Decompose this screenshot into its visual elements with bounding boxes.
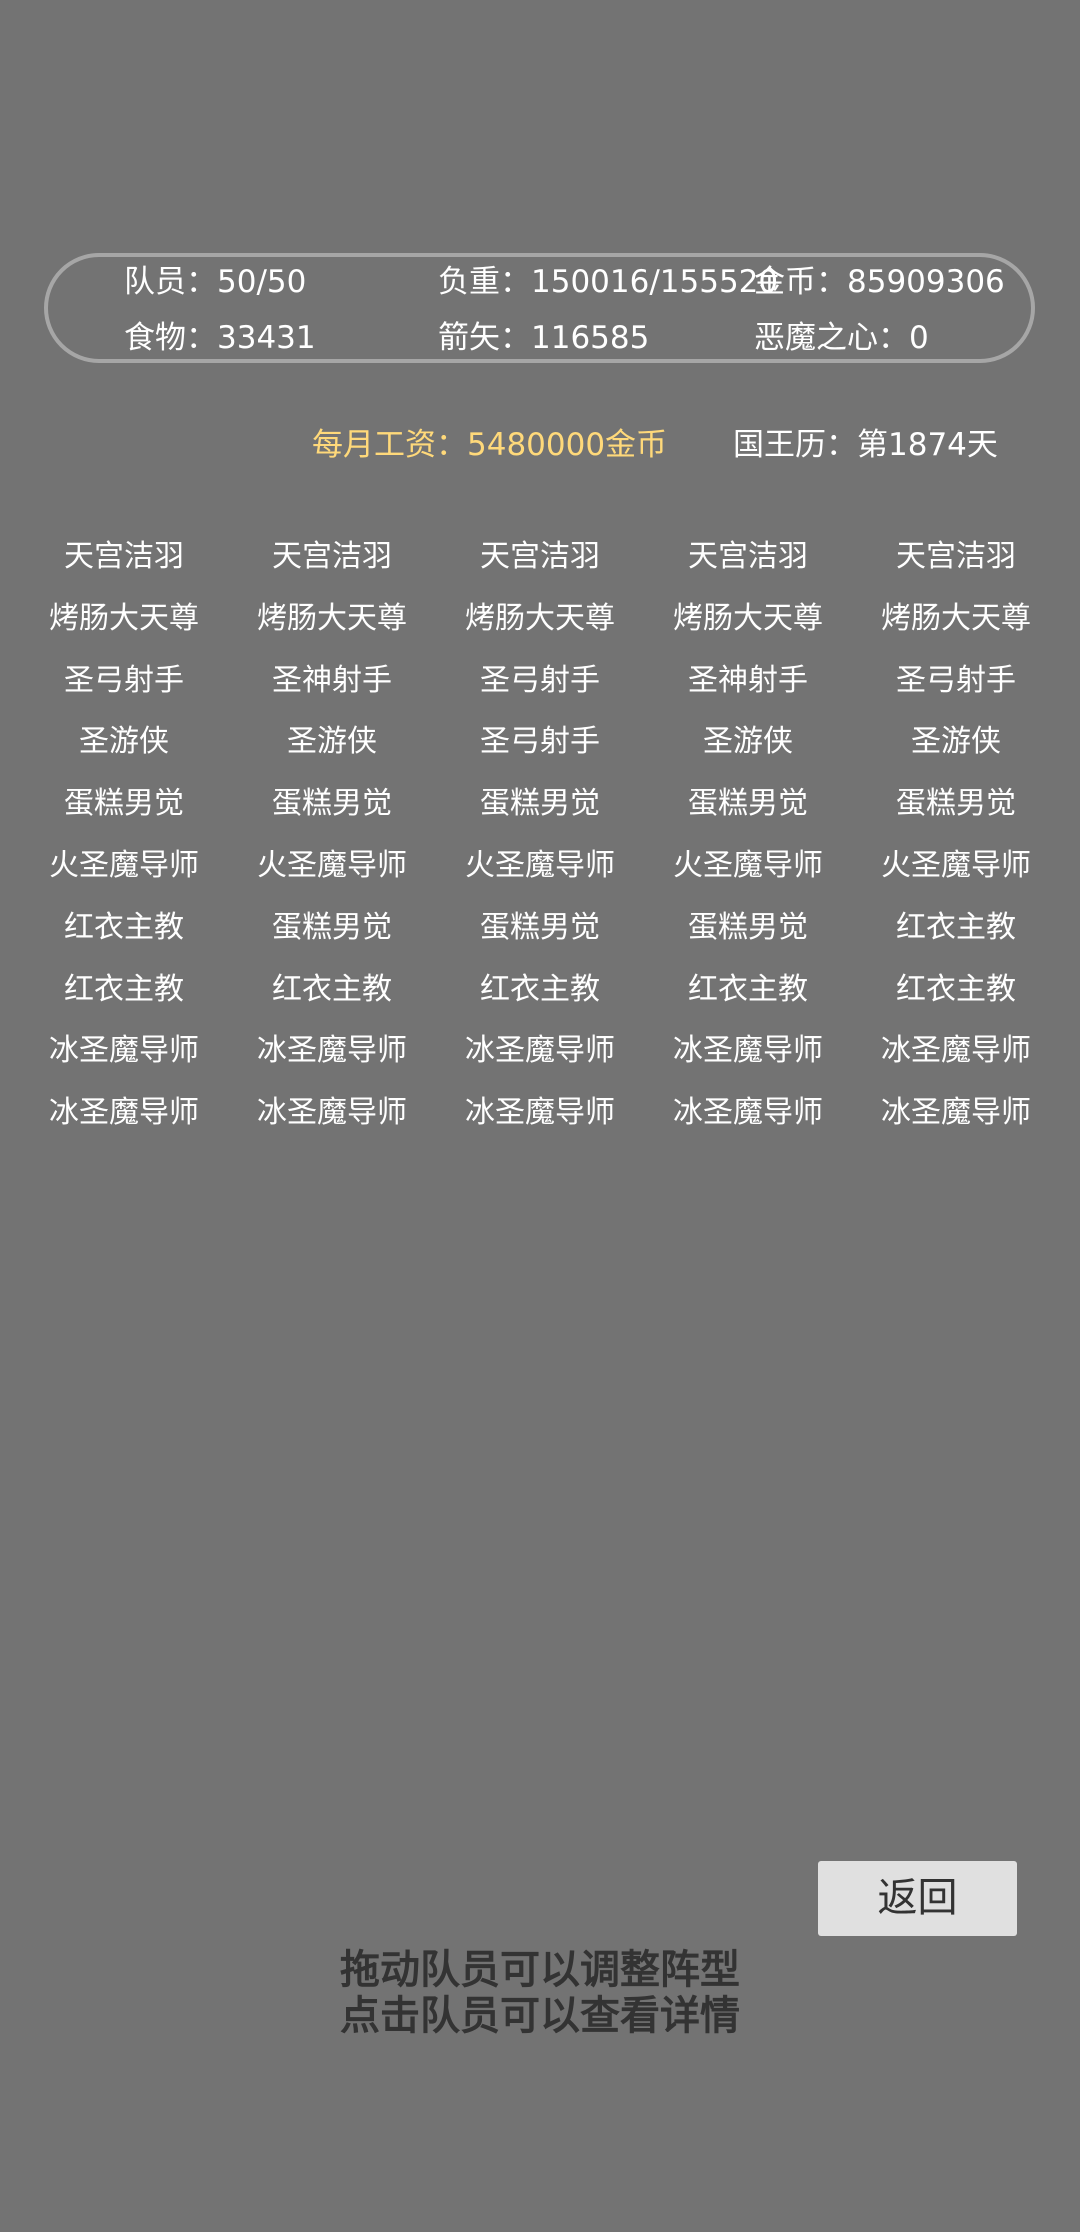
roster-member[interactable]: 蛋糕男觉 <box>20 784 228 824</box>
drag-hint: 拖动队员可以调整阵型 <box>340 1947 740 1993</box>
roster-member[interactable]: 圣弓射手 <box>20 661 228 701</box>
roster-member[interactable]: 圣神射手 <box>228 661 436 701</box>
roster-member[interactable]: 火圣魔导师 <box>20 846 228 886</box>
roster-member[interactable]: 烤肠大天尊 <box>644 599 852 639</box>
roster-member[interactable]: 冰圣魔导师 <box>852 1093 1060 1133</box>
roster-member[interactable]: 烤肠大天尊 <box>20 599 228 639</box>
roster-member[interactable]: 红衣主教 <box>644 970 852 1010</box>
roster-member[interactable]: 红衣主教 <box>852 970 1060 1010</box>
roster-member[interactable]: 冰圣魔导师 <box>20 1093 228 1133</box>
roster-member[interactable]: 天宫洁羽 <box>852 537 1060 577</box>
roster-member[interactable]: 冰圣魔导师 <box>436 1093 644 1133</box>
roster-member[interactable]: 圣游侠 <box>20 722 228 762</box>
monthly-salary: 每月工资：5480000金币 <box>312 427 668 463</box>
tap-hint: 点击队员可以查看详情 <box>340 1993 740 2039</box>
roster-member[interactable]: 红衣主教 <box>20 970 228 1010</box>
roster-member[interactable]: 火圣魔导师 <box>852 846 1060 886</box>
roster-member[interactable]: 烤肠大天尊 <box>852 599 1060 639</box>
roster-member[interactable]: 圣弓射手 <box>436 722 644 762</box>
roster-member[interactable]: 冰圣魔导师 <box>228 1031 436 1071</box>
roster-member[interactable]: 蛋糕男觉 <box>644 908 852 948</box>
roster-member[interactable]: 烤肠大天尊 <box>228 599 436 639</box>
roster-member[interactable]: 天宫洁羽 <box>436 537 644 577</box>
roster-member[interactable]: 冰圣魔导师 <box>644 1031 852 1071</box>
roster-member[interactable]: 红衣主教 <box>20 908 228 948</box>
kingdom-calendar: 国王历：第1874天 <box>733 427 998 463</box>
roster-member[interactable]: 圣游侠 <box>228 722 436 762</box>
roster-member[interactable]: 冰圣魔导师 <box>228 1093 436 1133</box>
roster-member[interactable]: 天宫洁羽 <box>20 537 228 577</box>
roster-member[interactable]: 冰圣魔导师 <box>20 1031 228 1071</box>
roster-member[interactable]: 蛋糕男觉 <box>436 908 644 948</box>
roster-member[interactable]: 圣弓射手 <box>436 661 644 701</box>
roster-member[interactable]: 蛋糕男觉 <box>228 784 436 824</box>
roster-member[interactable]: 天宫洁羽 <box>228 537 436 577</box>
roster-member[interactable]: 红衣主教 <box>436 970 644 1010</box>
back-button[interactable]: 返回 <box>818 1861 1017 1936</box>
load-stat: 负重：150016/155520 <box>438 264 779 300</box>
roster-member[interactable]: 冰圣魔导师 <box>852 1031 1060 1071</box>
roster-member[interactable]: 圣游侠 <box>852 722 1060 762</box>
roster-member[interactable]: 蛋糕男觉 <box>436 784 644 824</box>
gold-stat: 金币：85909306 <box>754 264 1005 300</box>
roster-member[interactable]: 蛋糕男觉 <box>852 784 1060 824</box>
roster-member[interactable]: 火圣魔导师 <box>436 846 644 886</box>
members-stat: 队员：50/50 <box>124 264 307 300</box>
demon-heart-stat: 恶魔之心：0 <box>754 320 929 356</box>
food-stat: 食物：33431 <box>124 320 316 356</box>
roster-member[interactable]: 蛋糕男觉 <box>644 784 852 824</box>
roster-member[interactable]: 天宫洁羽 <box>644 537 852 577</box>
roster-member[interactable]: 红衣主教 <box>228 970 436 1010</box>
roster-member[interactable]: 火圣魔导师 <box>644 846 852 886</box>
roster-member[interactable]: 烤肠大天尊 <box>436 599 644 639</box>
roster-member[interactable]: 红衣主教 <box>852 908 1060 948</box>
roster-member[interactable]: 圣游侠 <box>644 722 852 762</box>
roster-member[interactable]: 火圣魔导师 <box>228 846 436 886</box>
arrows-stat: 箭矢：116585 <box>438 320 650 356</box>
roster-member[interactable]: 圣神射手 <box>644 661 852 701</box>
roster-member[interactable]: 冰圣魔导师 <box>644 1093 852 1133</box>
roster-member[interactable]: 冰圣魔导师 <box>436 1031 644 1071</box>
roster-member[interactable]: 圣弓射手 <box>852 661 1060 701</box>
roster-member[interactable]: 蛋糕男觉 <box>228 908 436 948</box>
